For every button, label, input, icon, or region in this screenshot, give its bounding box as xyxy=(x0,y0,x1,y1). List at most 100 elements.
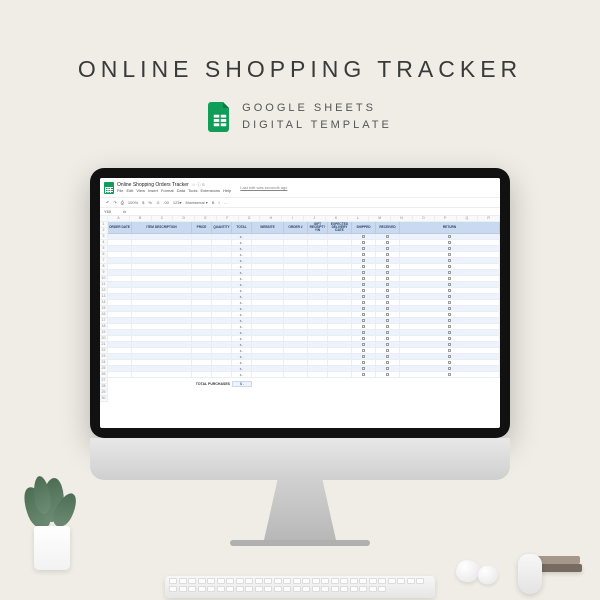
cell[interactable] xyxy=(212,348,232,353)
column-letter[interactable]: H xyxy=(260,216,282,221)
cell[interactable] xyxy=(192,300,212,305)
cell[interactable] xyxy=(108,240,132,245)
column-letter[interactable]: B xyxy=(130,216,152,221)
cell[interactable] xyxy=(400,252,500,257)
cell[interactable] xyxy=(252,306,284,311)
column-header[interactable]: ORDER DATE xyxy=(108,222,132,233)
cell[interactable] xyxy=(252,342,284,347)
checkbox[interactable] xyxy=(362,253,365,256)
checkbox[interactable] xyxy=(448,307,451,310)
checkbox[interactable] xyxy=(448,355,451,358)
cell[interactable] xyxy=(252,270,284,275)
cell[interactable] xyxy=(376,288,400,293)
cell[interactable] xyxy=(376,240,400,245)
cell[interactable]: $ - xyxy=(232,288,252,293)
cell[interactable] xyxy=(376,234,400,239)
checkbox[interactable] xyxy=(386,289,389,292)
cell[interactable]: $ - xyxy=(232,276,252,281)
checkbox[interactable] xyxy=(448,253,451,256)
cell[interactable] xyxy=(212,354,232,359)
cell[interactable] xyxy=(132,348,192,353)
cell[interactable] xyxy=(400,324,500,329)
cell[interactable] xyxy=(108,246,132,251)
percent-button[interactable]: % xyxy=(148,200,152,205)
menu-item-help[interactable]: Help xyxy=(223,189,231,193)
cell[interactable] xyxy=(328,234,352,239)
cell[interactable] xyxy=(284,276,308,281)
more-formats-button[interactable]: 123▾ xyxy=(173,200,182,205)
dec-dec-button[interactable]: .00 xyxy=(163,200,169,205)
checkbox[interactable] xyxy=(448,325,451,328)
cell[interactable] xyxy=(352,258,376,263)
checkbox[interactable] xyxy=(448,265,451,268)
cell[interactable] xyxy=(400,372,500,377)
cell[interactable] xyxy=(212,306,232,311)
cell[interactable] xyxy=(352,276,376,281)
cell[interactable] xyxy=(328,336,352,341)
menu-item-file[interactable]: File xyxy=(117,189,123,193)
dec-inc-button[interactable]: .0 xyxy=(156,200,159,205)
column-letter[interactable]: Q xyxy=(457,216,479,221)
document-title-icons[interactable]: ☆ ⓘ ⊙ xyxy=(192,182,205,187)
cell[interactable] xyxy=(376,264,400,269)
checkbox[interactable] xyxy=(386,307,389,310)
menu-item-data[interactable]: Data xyxy=(177,189,185,193)
checkbox[interactable] xyxy=(362,343,365,346)
cell[interactable] xyxy=(212,282,232,287)
column-header[interactable]: ITEM DESCRIPTION xyxy=(132,222,192,233)
cell[interactable] xyxy=(132,372,192,377)
cell[interactable] xyxy=(376,366,400,371)
column-header[interactable]: WEBSITE xyxy=(252,222,284,233)
checkbox[interactable] xyxy=(362,247,365,250)
cell[interactable] xyxy=(328,300,352,305)
cell[interactable]: $ - xyxy=(232,318,252,323)
cell[interactable]: $ - xyxy=(232,300,252,305)
zoom-select[interactable]: 100% xyxy=(128,200,138,205)
cell[interactable] xyxy=(108,282,132,287)
cell[interactable] xyxy=(352,234,376,239)
cell[interactable] xyxy=(352,366,376,371)
cell[interactable] xyxy=(212,252,232,257)
cell[interactable] xyxy=(132,366,192,371)
cell[interactable] xyxy=(308,342,328,347)
cell[interactable] xyxy=(252,366,284,371)
checkbox[interactable] xyxy=(386,295,389,298)
cell[interactable] xyxy=(108,288,132,293)
cell[interactable] xyxy=(108,360,132,365)
cell[interactable] xyxy=(252,246,284,251)
column-header[interactable]: ORDER # xyxy=(284,222,308,233)
checkbox[interactable] xyxy=(362,331,365,334)
cell[interactable] xyxy=(212,270,232,275)
cell[interactable] xyxy=(400,336,500,341)
column-header[interactable]: RETURN xyxy=(400,222,500,233)
cell[interactable] xyxy=(132,360,192,365)
cell[interactable] xyxy=(328,264,352,269)
column-header[interactable]: TOTAL xyxy=(232,222,252,233)
cell[interactable] xyxy=(108,354,132,359)
cell[interactable] xyxy=(192,234,212,239)
cell[interactable] xyxy=(108,312,132,317)
checkbox[interactable] xyxy=(386,277,389,280)
menu-item-tools[interactable]: Tools xyxy=(188,189,197,193)
column-letter[interactable]: P xyxy=(435,216,457,221)
cell[interactable] xyxy=(400,330,500,335)
cell[interactable] xyxy=(108,330,132,335)
cell[interactable] xyxy=(252,282,284,287)
cell[interactable] xyxy=(212,258,232,263)
cell[interactable] xyxy=(308,264,328,269)
cell[interactable] xyxy=(352,348,376,353)
column-header[interactable]: PRICE xyxy=(192,222,212,233)
cell[interactable] xyxy=(352,300,376,305)
cell[interactable] xyxy=(400,348,500,353)
cell[interactable] xyxy=(376,282,400,287)
cell[interactable] xyxy=(328,324,352,329)
cell[interactable] xyxy=(308,234,328,239)
cell[interactable]: $ - xyxy=(232,354,252,359)
cell[interactable] xyxy=(400,306,500,311)
cell[interactable] xyxy=(400,342,500,347)
cell[interactable] xyxy=(252,324,284,329)
cell[interactable]: $ - xyxy=(232,348,252,353)
cell[interactable] xyxy=(376,324,400,329)
checkbox[interactable] xyxy=(362,265,365,268)
cell[interactable] xyxy=(352,282,376,287)
